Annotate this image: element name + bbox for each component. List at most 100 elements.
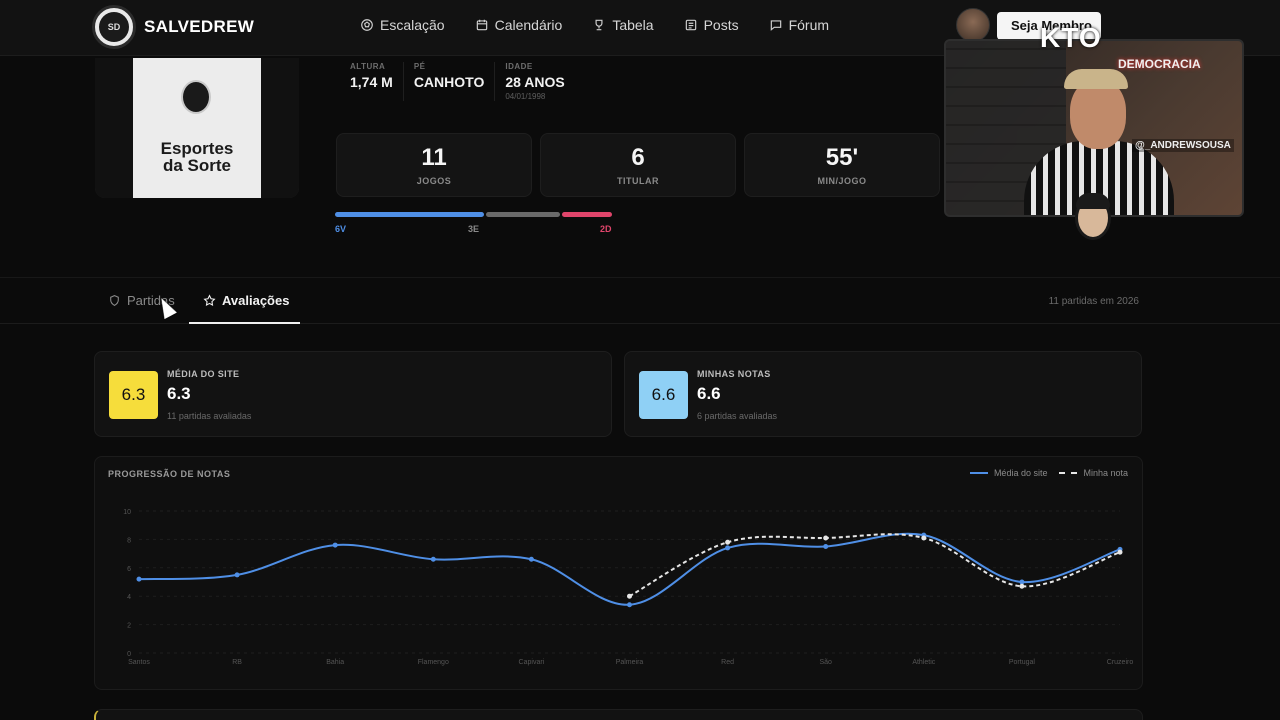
info-birthdate: 04/01/1998 <box>505 92 546 101</box>
stat-games: 11 JOGOS <box>336 133 532 197</box>
record-draws-label: 3E <box>468 224 480 234</box>
legend-label: Minha nota <box>1083 468 1128 478</box>
data-point <box>136 576 142 582</box>
data-point <box>1019 579 1025 585</box>
nav-item-calendario[interactable]: Calendário <box>475 17 563 33</box>
x-tick-label: São <box>819 659 832 666</box>
jersey-sponsor-line: Esportes <box>160 139 234 158</box>
tabs-bar: Partidas Avaliações 11 partidas em 2026 <box>0 277 1280 324</box>
series-line-mine <box>629 533 1121 598</box>
info-value: 1,74 M <box>350 74 393 90</box>
brand[interactable]: SD SALVEDREW <box>92 5 254 49</box>
mascot-avatar <box>1075 193 1111 240</box>
x-tick-label: Portugal <box>1009 659 1036 666</box>
ratings-line-chart: 0 2 4 6 8 10 Santos RB Bahia Flamengo Capivari Palm… <box>123 509 1134 666</box>
y-tick-label: 4 <box>127 594 131 601</box>
tab-label: Avaliações <box>222 293 290 308</box>
y-tick-label: 6 <box>127 566 131 573</box>
tab-avaliacoes[interactable]: Avaliações <box>203 293 289 308</box>
soccer-ball-icon <box>361 19 373 31</box>
data-point <box>528 556 534 562</box>
legend-label: Média do site <box>993 468 1048 478</box>
next-section-card <box>94 709 1143 720</box>
info-label: IDADE <box>505 62 533 71</box>
user-avatar[interactable] <box>956 8 990 42</box>
jersey-sponsor-line: da Sorte <box>162 156 232 175</box>
player-jersey-image: Esportes da Sorte <box>95 58 299 198</box>
info-label: PÉ <box>413 62 426 71</box>
nav-item-posts[interactable]: Posts <box>684 17 739 33</box>
nav-item-label: Tabela <box>612 17 654 33</box>
info-foot: PÉ CANHOTO <box>404 62 496 101</box>
x-tick-label: Cruzeiro <box>1107 659 1134 666</box>
stat-value: 6 <box>631 144 645 171</box>
trophy-icon <box>595 19 603 31</box>
jersey-sleeve <box>95 58 133 198</box>
data-point <box>1019 583 1025 589</box>
x-tick-label: Palmeira <box>616 659 644 666</box>
data-point <box>627 602 632 608</box>
data-point <box>627 593 632 599</box>
card-value: 6.3 <box>167 384 191 403</box>
data-point <box>823 535 829 541</box>
info-label: ALTURA <box>350 62 386 71</box>
data-point <box>332 542 338 548</box>
shield-icon <box>110 295 119 306</box>
nav-item-label: Escalação <box>380 17 445 33</box>
site-average-card: 6.3 MÉDIA DO SITE 6.3 11 partidas avalia… <box>94 351 612 437</box>
x-tick-label: Capivari <box>519 659 545 666</box>
my-ratings-card: 6.6 MINHAS NOTAS 6.6 6 partidas avaliada… <box>624 351 1142 437</box>
nav-item-label: Posts <box>703 17 739 33</box>
data-point <box>725 545 731 551</box>
data-point <box>725 539 731 545</box>
star-icon <box>203 294 216 306</box>
data-point <box>921 535 927 541</box>
legend-swatch <box>969 472 988 474</box>
webcam-person-cap <box>1064 69 1128 89</box>
score-chip: 6.6 <box>639 371 688 419</box>
chat-icon <box>770 20 781 31</box>
stat-value: 55' <box>825 144 859 171</box>
ratings-chart-card: 0 2 4 6 8 10 Santos RB Bahia Flamengo Capivari Palm… <box>94 456 1143 690</box>
brand-logo-mark: SD <box>99 12 129 42</box>
card-value: 6.6 <box>697 384 721 403</box>
stat-label: JOGOS <box>416 176 452 186</box>
record-wins-label: 6V <box>335 224 347 234</box>
x-tick-label: Santos <box>128 659 150 666</box>
info-value: CANHOTO <box>413 74 485 90</box>
y-tick-label: 0 <box>127 651 131 658</box>
card-subtitle: 11 partidas avaliadas <box>167 411 252 421</box>
y-tick-label: 8 <box>127 537 131 544</box>
card-subtitle: 6 partidas avaliadas <box>697 411 778 421</box>
data-point <box>234 572 240 578</box>
club-crest-icon <box>181 80 211 114</box>
calendar-icon <box>476 19 487 31</box>
info-value: 28 ANOS <box>505 74 565 90</box>
x-tick-label: Bahia <box>326 659 344 666</box>
nav-item-label: Calendário <box>494 17 563 33</box>
y-tick-label: 10 <box>123 509 131 516</box>
stat-label: MIN/JOGO <box>817 176 867 186</box>
data-point <box>430 556 436 562</box>
x-tick-label: RB <box>232 659 242 666</box>
legend-swatch <box>1059 472 1078 474</box>
record-losses-segment <box>562 212 612 217</box>
nav-item-escalacao[interactable]: Escalação <box>360 17 445 33</box>
x-tick-label: Red <box>721 659 734 666</box>
info-height: ALTURA 1,74 M <box>340 62 404 101</box>
nav-item-tabela[interactable]: Tabela <box>592 17 654 33</box>
neon-sign: DEMOCRACIA <box>1118 57 1201 71</box>
stat-minutes: 55' MIN/JOGO <box>744 133 940 197</box>
matches-count: 11 partidas em 2026 <box>1048 296 1139 307</box>
legend-item-mine: Minha nota <box>1059 468 1128 478</box>
webcam-overlay: DEMOCRACIA @_ANDREWSOUSA <box>944 39 1244 217</box>
record-draws-segment <box>485 212 561 217</box>
legend-item-site: Média do site <box>969 468 1048 478</box>
y-tick-label: 2 <box>127 623 131 630</box>
record-wins-segment <box>335 212 484 217</box>
webcam-person-head <box>1070 79 1126 149</box>
sponsor-logo: KTO <box>1040 22 1102 53</box>
jersey-shirt <box>133 58 261 198</box>
nav-item-forum[interactable]: Fórum <box>769 17 829 33</box>
main-nav: Escalação Calendário Tabela Posts Fórum <box>360 17 829 33</box>
